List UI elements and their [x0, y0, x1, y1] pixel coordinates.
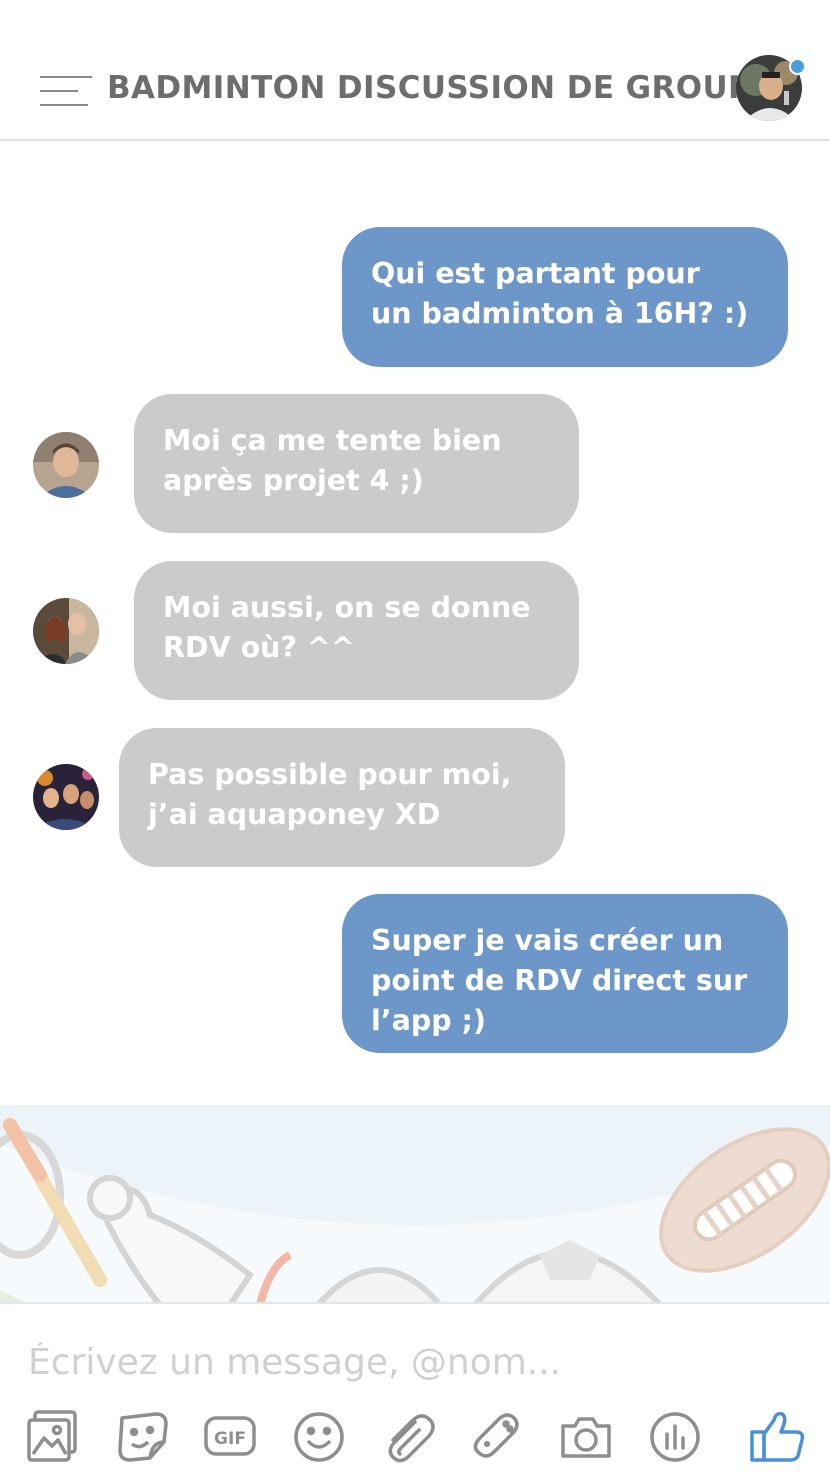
image-icon[interactable] [26, 1408, 80, 1464]
online-status-dot [789, 58, 806, 75]
chat-header: BADMINTON DISCUSSION DE GROUPE [0, 0, 830, 141]
gif-icon[interactable]: GIF [203, 1408, 257, 1464]
sports-background-illustration [0, 1105, 830, 1305]
group-title: BADMINTON DISCUSSION DE GROUPE [107, 70, 773, 106]
message-bubble-incoming[interactable]: Pas possible pour moi, j’ai aquaponey XD [119, 728, 565, 867]
message-composer: GIF [0, 1302, 830, 1472]
sender-avatar[interactable] [33, 598, 99, 664]
game-controller-icon[interactable] [470, 1408, 524, 1464]
emoji-icon[interactable] [292, 1408, 346, 1464]
message-input[interactable] [28, 1336, 788, 1388]
sender-avatar[interactable] [33, 432, 99, 498]
svg-text:GIF: GIF [214, 1429, 246, 1449]
sender-avatar[interactable] [33, 764, 99, 830]
message-bubble-outgoing[interactable]: Qui est partant pour un badminton à 16H?… [342, 227, 788, 367]
hamburger-menu-icon[interactable] [40, 76, 92, 108]
camera-icon[interactable] [559, 1408, 613, 1464]
attachment-icon[interactable] [381, 1408, 435, 1464]
message-bubble-incoming[interactable]: Moi aussi, on se donne RDV où? ^^ [134, 561, 579, 700]
message-bubble-outgoing[interactable]: Super je vais créer un point de RDV dire… [342, 894, 788, 1053]
sticker-icon[interactable] [116, 1408, 170, 1464]
poll-icon[interactable] [648, 1408, 702, 1464]
message-bubble-incoming[interactable]: Moi ça me tente bien après projet 4 ;) [134, 394, 579, 533]
thumbs-up-icon[interactable] [748, 1408, 806, 1464]
